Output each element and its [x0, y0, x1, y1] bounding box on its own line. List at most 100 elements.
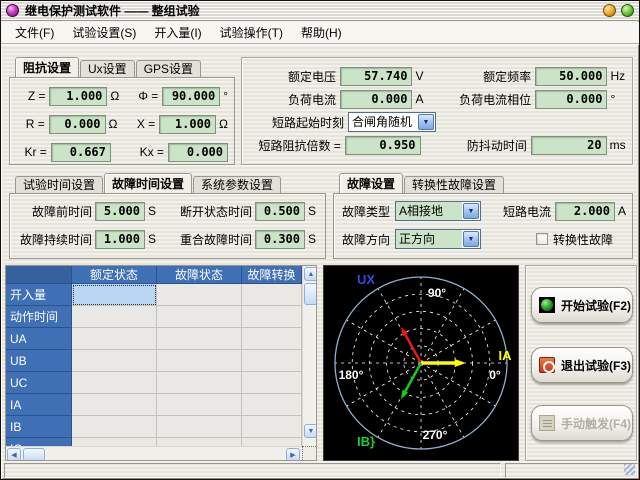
rated-freq-input[interactable]: 50.000 — [535, 67, 607, 86]
pre-fault-label: 故障前时间 — [14, 203, 92, 220]
open-state-unit: S — [308, 204, 316, 218]
reclose-fault-unit: S — [308, 232, 316, 246]
scroll-right-icon[interactable]: ▶ — [286, 448, 300, 461]
reclose-fault-input[interactable]: 0.300 — [255, 230, 305, 249]
vscroll-thumb[interactable] — [304, 283, 317, 305]
table-cell[interactable] — [157, 416, 242, 438]
load-current-input[interactable]: 0.000 — [340, 90, 412, 109]
start-test-label: 开始试验(F2) — [561, 297, 631, 314]
tab-故障时间设置[interactable]: 故障时间设置 — [104, 173, 192, 193]
z-input[interactable]: 1.000 — [49, 87, 107, 106]
column-header: 故障转换 — [242, 266, 302, 284]
tab-系统参数设置[interactable]: 系统参数设置 — [193, 176, 281, 193]
r-unit: Ω — [109, 117, 123, 131]
kx-input[interactable]: 0.000 — [168, 143, 228, 162]
scroll-down-icon[interactable]: ▼ — [304, 424, 317, 438]
chevron-down-icon[interactable]: ▼ — [463, 203, 479, 219]
hscroll-thumb[interactable] — [23, 448, 45, 461]
kr-input[interactable]: 0.667 — [51, 143, 111, 162]
table-cell[interactable] — [242, 372, 302, 394]
tab-故障设置[interactable]: 故障设置 — [339, 173, 403, 193]
horizontal-scrollbar[interactable]: ◀ ▶ — [6, 446, 302, 461]
row-header: 动作时间 — [6, 306, 72, 328]
menu-item[interactable]: 开入量(I) — [146, 22, 209, 43]
scroll-left-icon[interactable]: ◀ — [7, 448, 21, 461]
close-button[interactable] — [621, 4, 634, 17]
table-cell[interactable] — [242, 350, 302, 372]
debounce-input[interactable]: 20 — [531, 136, 607, 155]
table-cell[interactable] — [72, 416, 157, 438]
fault-direction-combo[interactable]: 正方向 ▼ — [395, 229, 481, 249]
svg-text:0°: 0° — [489, 368, 501, 382]
result-table: 额定状态故障状态故障转换开入量动作时间UAUBUCIAIBIC ▲ ▼ ◀ ▶ — [5, 265, 317, 461]
svg-text:180°: 180° — [339, 368, 364, 382]
fault-duration-unit: S — [148, 232, 160, 246]
tab-转换性故障设置[interactable]: 转换性故障设置 — [404, 176, 504, 193]
table-cell[interactable] — [157, 372, 242, 394]
rated-freq-unit: Hz — [610, 69, 627, 83]
manual-trigger-label: 手动触发(F4) — [561, 415, 631, 432]
app-window: 继电保护测试软件 —— 整组试验 文件(F)试验设置(S)开入量(I)试验操作(… — [0, 0, 640, 480]
table-cell[interactable] — [242, 328, 302, 350]
tab-Ux设置[interactable]: Ux设置 — [80, 60, 135, 77]
fault-duration-input[interactable]: 1.000 — [95, 230, 145, 249]
table-cell[interactable] — [157, 394, 242, 416]
menu-item[interactable]: 帮助(H) — [293, 22, 350, 43]
pre-fault-unit: S — [148, 204, 160, 218]
x-input[interactable]: 1.000 — [159, 115, 216, 134]
table-cell[interactable] — [72, 372, 157, 394]
menu-item[interactable]: 试验设置(S) — [64, 22, 144, 43]
scrollbar-corner — [302, 446, 317, 461]
impedance-panel: Z = 1.000 Ω Φ = 90.000 ° R = 0.000 Ω X =… — [9, 77, 235, 165]
table-cell[interactable] — [242, 284, 302, 306]
start-test-button[interactable]: 开始试验(F2) — [531, 287, 633, 323]
scroll-up-icon[interactable]: ▲ — [304, 267, 317, 281]
rated-voltage-input[interactable]: 57.740 — [340, 67, 412, 86]
open-state-input[interactable]: 0.500 — [255, 202, 305, 221]
table-cell[interactable] — [157, 284, 242, 306]
status-bar — [1, 462, 639, 480]
rated-voltage-label: 额定电压 — [247, 68, 336, 85]
table-cell[interactable] — [72, 284, 157, 306]
phi-input[interactable]: 90.000 — [162, 87, 220, 106]
tab-试验时间设置[interactable]: 试验时间设置 — [15, 176, 103, 193]
table-cell[interactable] — [242, 394, 302, 416]
table-cell[interactable] — [72, 350, 157, 372]
sc-multiple-input[interactable]: 0.950 — [345, 136, 421, 155]
chevron-down-icon[interactable]: ▼ — [463, 231, 479, 247]
table-cell[interactable] — [157, 350, 242, 372]
menu-item[interactable]: 文件(F) — [7, 22, 62, 43]
table-row: IA — [6, 394, 302, 416]
table-row: 动作时间 — [6, 306, 302, 328]
r-input[interactable]: 0.000 — [49, 115, 106, 134]
io-grid: 额定状态故障状态故障转换开入量动作时间UAUBUCIAIBIC — [6, 266, 302, 460]
table-cell[interactable] — [157, 306, 242, 328]
table-cell[interactable] — [242, 306, 302, 328]
vertical-scrollbar[interactable]: ▲ ▼ — [302, 266, 317, 446]
minimize-button[interactable] — [603, 4, 616, 17]
sc-current-input[interactable]: 2.000 — [555, 202, 615, 221]
fault-tabs: 故障设置转换性故障设置 — [337, 173, 504, 193]
chevron-down-icon[interactable]: ▼ — [418, 114, 434, 130]
kx-label: Kx = — [129, 145, 164, 159]
tab-GPS设置[interactable]: GPS设置 — [136, 60, 201, 77]
title-bar: 继电保护测试软件 —— 整组试验 — [1, 1, 639, 21]
convertible-fault-checkbox[interactable] — [536, 233, 548, 245]
x-label: X = — [123, 117, 155, 131]
menu-item[interactable]: 试验操作(T) — [212, 22, 291, 43]
fault-type-combo[interactable]: A相接地 ▼ — [395, 201, 481, 221]
start-icon — [539, 297, 555, 313]
table-cell[interactable] — [242, 416, 302, 438]
tab-阻抗设置[interactable]: 阻抗设置 — [15, 57, 79, 77]
row-header: UC — [6, 372, 72, 394]
pre-fault-input[interactable]: 5.000 — [95, 202, 145, 221]
table-cell[interactable] — [72, 328, 157, 350]
resize-grip-icon[interactable] — [624, 464, 635, 475]
load-phase-input[interactable]: 0.000 — [535, 90, 607, 109]
table-cell[interactable] — [72, 394, 157, 416]
sc-start-combo[interactable]: 合闸角随机 ▼ — [348, 112, 436, 132]
table-cell[interactable] — [157, 328, 242, 350]
table-cell[interactable] — [72, 306, 157, 328]
impedance-tabs: 阻抗设置Ux设置GPS设置 — [13, 57, 201, 77]
exit-test-button[interactable]: 退出试验(F3) — [531, 347, 633, 383]
